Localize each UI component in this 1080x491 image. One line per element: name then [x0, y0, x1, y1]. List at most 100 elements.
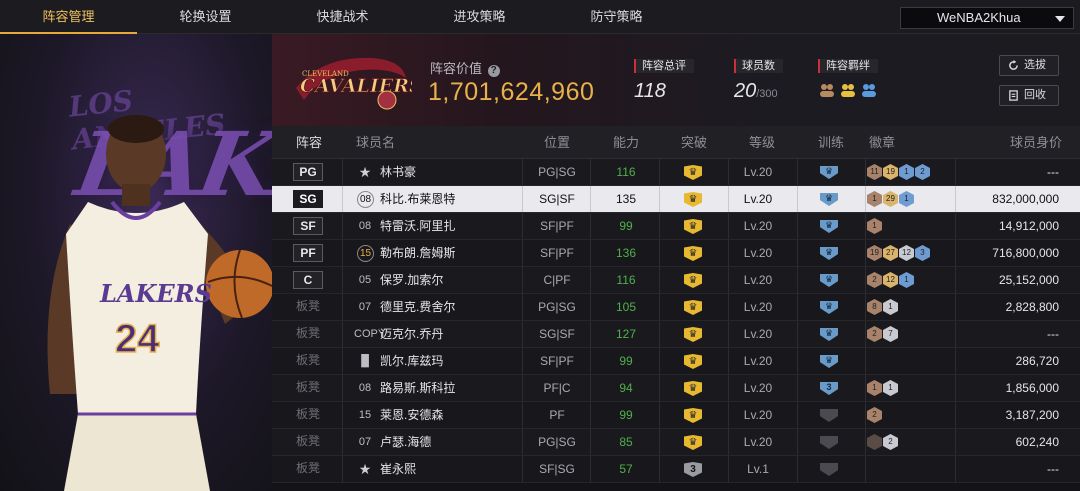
player-name[interactable]: 卢瑟.海德 — [380, 429, 431, 455]
table-row[interactable]: 板凳 07 德里克.费舍尔 PG|SG 105 ♛ Lv.20 ♛ 8 1 2,828,800 — [272, 294, 1080, 321]
player-name[interactable]: 林书豪 — [380, 159, 416, 185]
badge-icon[interactable]: 1 — [899, 272, 914, 288]
badge-icon[interactable]: 1 — [867, 218, 882, 234]
lineup-slot[interactable]: 板凳 — [293, 298, 323, 316]
player-name[interactable]: 莱恩.安德森 — [380, 402, 443, 428]
training-shield-icon[interactable]: ♛ — [820, 328, 838, 341]
col-position[interactable]: 位置 — [544, 126, 570, 159]
badge-icon[interactable]: 1 — [867, 191, 882, 207]
table-row[interactable]: C 05 保罗.加索尔 C|PF 116 ♛ Lv.20 ♛ 2 12 1 25,152,000 — [272, 267, 1080, 294]
training-shield-icon[interactable]: ♛ — [820, 301, 838, 314]
lineup-slot[interactable]: 板凳 — [293, 325, 323, 343]
lineup-slot[interactable]: 板凳 — [293, 379, 323, 397]
player-name[interactable]: 路易斯.斯科拉 — [380, 375, 455, 401]
badge-icon[interactable]: 19 — [867, 245, 882, 261]
training-shield-icon[interactable] — [820, 463, 838, 476]
col-breakthrough[interactable]: 突破 — [681, 126, 707, 159]
breakthrough-crown-icon[interactable]: ♛ — [684, 192, 702, 207]
breakthrough-crown-icon[interactable]: ♛ — [684, 273, 702, 288]
lineup-slot[interactable]: SG — [293, 190, 323, 208]
training-shield-icon[interactable]: ♛ — [820, 166, 838, 179]
table-row[interactable]: PG ★ 林书豪 PG|SG 116 ♛ Lv.20 ♛ 11 19 1 2 --- — [272, 159, 1080, 186]
table-row[interactable]: 板凳 ★ 崔永熙 SF|SG 57 3 Lv.1 --- — [272, 456, 1080, 483]
badge-icon[interactable]: 11 — [867, 164, 882, 180]
breakthrough-crown-icon[interactable]: ♛ — [684, 435, 702, 450]
col-training[interactable]: 训练 — [818, 126, 844, 159]
col-badges[interactable]: 徽章 — [869, 126, 895, 159]
training-shield-icon[interactable]: ♛ — [820, 193, 838, 206]
tab-offense-strategy[interactable]: 进攻策略 — [411, 0, 548, 34]
badge-icon[interactable] — [867, 434, 882, 450]
training-shield-icon[interactable]: ♛ — [820, 274, 838, 287]
col-ability[interactable]: 能力 — [613, 126, 639, 159]
col-lineup[interactable]: 阵容 — [296, 126, 322, 159]
bond-blue-icon[interactable] — [860, 82, 878, 98]
player-name[interactable]: 凯尔.库兹玛 — [380, 348, 443, 374]
player-name[interactable]: 保罗.加索尔 — [380, 267, 443, 293]
badge-icon[interactable]: 2 — [883, 434, 898, 450]
training-shield-icon[interactable] — [820, 409, 838, 422]
lineup-slot[interactable]: 板凳 — [293, 460, 323, 478]
table-row[interactable]: 板凳 ▐▌ 凯尔.库兹玛 SF|PF 99 ♛ Lv.20 ♛ 286,720 — [272, 348, 1080, 375]
breakthrough-crown-icon[interactable]: ♛ — [684, 300, 702, 315]
badge-icon[interactable]: 29 — [883, 191, 898, 207]
help-icon[interactable]: ? — [487, 65, 500, 77]
account-dropdown[interactable]: WeNBA2Khua — [900, 7, 1074, 29]
player-name[interactable]: 崔永熙 — [380, 456, 416, 482]
recycle-button[interactable]: 回收 — [999, 85, 1059, 106]
badge-icon[interactable]: 1 — [883, 380, 898, 396]
breakthrough-crown-icon[interactable]: 3 — [684, 462, 702, 477]
lineup-slot[interactable]: 板凳 — [293, 406, 323, 424]
badge-icon[interactable]: 1 — [867, 380, 882, 396]
training-shield-icon[interactable]: ♛ — [820, 220, 838, 233]
player-name[interactable]: 科比.布莱恩特 — [380, 186, 455, 212]
badge-icon[interactable]: 8 — [867, 299, 882, 315]
col-level[interactable]: 等级 — [749, 126, 775, 159]
training-shield-icon[interactable]: ♛ — [820, 355, 838, 368]
bond-bronze-icon[interactable] — [818, 82, 836, 98]
col-value[interactable]: 球员身价 — [1010, 126, 1062, 159]
badge-icon[interactable]: 2 — [867, 326, 882, 342]
tab-rotation-settings[interactable]: 轮换设置 — [137, 0, 274, 34]
badge-icon[interactable]: 2 — [915, 164, 930, 180]
scout-button[interactable]: 选拔 — [999, 55, 1059, 76]
lineup-slot[interactable]: PF — [293, 244, 323, 262]
training-shield-icon[interactable]: 3 — [820, 382, 838, 395]
table-row[interactable]: SF 08 特雷沃.阿里扎 SF|PF 99 ♛ Lv.20 ♛ 1 14,912,000 — [272, 213, 1080, 240]
table-row[interactable]: 板凳 15 莱恩.安德森 PF 99 ♛ Lv.20 2 3,187,200 — [272, 402, 1080, 429]
tab-lineup-management[interactable]: 阵容管理 — [0, 0, 137, 34]
breakthrough-crown-icon[interactable]: ♛ — [684, 219, 702, 234]
breakthrough-crown-icon[interactable]: ♛ — [684, 165, 702, 180]
table-row[interactable]: PF 15 勒布朗.詹姆斯 SF|PF 136 ♛ Lv.20 ♛ 19 27 12 3 716,800… — [272, 240, 1080, 267]
table-row[interactable]: 板凳 07 卢瑟.海德 PG|SG 85 ♛ Lv.20 2 602,240 — [272, 429, 1080, 456]
col-player[interactable]: 球员名 — [356, 126, 395, 159]
badge-icon[interactable]: 12 — [899, 245, 914, 261]
breakthrough-crown-icon[interactable]: ♛ — [684, 327, 702, 342]
breakthrough-crown-icon[interactable]: ♛ — [684, 381, 702, 396]
training-shield-icon[interactable]: ♛ — [820, 247, 838, 260]
player-name[interactable]: 德里克.费舍尔 — [380, 294, 455, 320]
bond-gold-icon[interactable] — [839, 82, 857, 98]
breakthrough-crown-icon[interactable]: ♛ — [684, 246, 702, 261]
lineup-slot[interactable]: PG — [293, 163, 323, 181]
badge-icon[interactable]: 2 — [867, 407, 882, 423]
lineup-slot[interactable]: 板凳 — [293, 352, 323, 370]
badge-icon[interactable]: 2 — [867, 272, 882, 288]
tab-defense-strategy[interactable]: 防守策略 — [548, 0, 685, 34]
player-name[interactable]: 特雷沃.阿里扎 — [380, 213, 455, 239]
table-row[interactable]: 板凳 08 路易斯.斯科拉 PF|C 94 ♛ Lv.20 3 1 1 1,856,000 — [272, 375, 1080, 402]
player-name[interactable]: 迈克尔.乔丹 — [380, 321, 443, 347]
badge-icon[interactable]: 7 — [883, 326, 898, 342]
player-name[interactable]: 勒布朗.詹姆斯 — [380, 240, 455, 266]
training-shield-icon[interactable] — [820, 436, 838, 449]
badge-icon[interactable]: 27 — [883, 245, 898, 261]
badge-icon[interactable]: 19 — [883, 164, 898, 180]
lineup-slot[interactable]: SF — [293, 217, 323, 235]
badge-icon[interactable]: 1 — [899, 191, 914, 207]
table-row[interactable]: 板凳 COPY 迈克尔.乔丹 SG|SF 127 ♛ Lv.20 ♛ 2 7 --- — [272, 321, 1080, 348]
table-row[interactable]: SG 08 科比.布莱恩特 SG|SF 135 ♛ Lv.20 ♛ 1 29 1 832,000,00… — [272, 186, 1080, 213]
tab-quick-tactics[interactable]: 快捷战术 — [274, 0, 411, 34]
lineup-slot[interactable]: 板凳 — [293, 433, 323, 451]
breakthrough-crown-icon[interactable]: ♛ — [684, 408, 702, 423]
badge-icon[interactable]: 12 — [883, 272, 898, 288]
